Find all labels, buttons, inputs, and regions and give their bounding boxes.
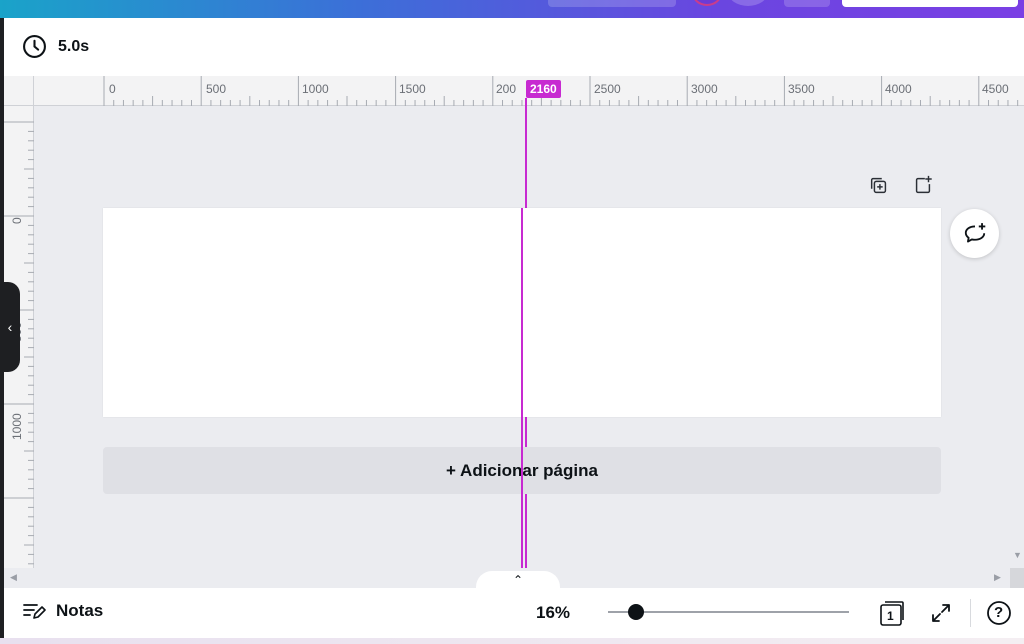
notes-button[interactable]: Notas bbox=[22, 600, 103, 622]
add-page-icon[interactable] bbox=[912, 174, 934, 196]
notes-label: Notas bbox=[56, 601, 104, 620]
fullscreen-button[interactable] bbox=[927, 599, 955, 627]
ruler-label: 0 bbox=[10, 217, 24, 224]
ruler-label: 4500 bbox=[982, 82, 1009, 96]
scroll-right-arrow-icon[interactable]: ▶ bbox=[994, 572, 1001, 583]
share-button[interactable] bbox=[842, 0, 1018, 7]
editor-workspace: 0 500 1000 1500 200 2500 3000 3500 4000 … bbox=[4, 76, 1024, 588]
help-label: ? bbox=[994, 604, 1004, 621]
toolbar-button[interactable] bbox=[548, 0, 676, 7]
scroll-down-arrow-icon[interactable]: ▼ bbox=[1013, 550, 1022, 560]
ruler-label: 4000 bbox=[885, 82, 912, 96]
collapse-panel-button[interactable]: ‹ bbox=[4, 282, 20, 372]
add-comment-icon bbox=[964, 222, 985, 243]
help-button[interactable]: ? bbox=[985, 599, 1013, 627]
notes-icon bbox=[23, 604, 46, 619]
chevron-left-icon: ‹ bbox=[7, 319, 13, 335]
duration-bar: 5.0s bbox=[4, 18, 1024, 76]
ruler-label: 500 bbox=[206, 82, 227, 96]
ruler-label: 3000 bbox=[691, 82, 718, 96]
zoom-slider-handle[interactable] bbox=[628, 604, 644, 620]
ruler-corner bbox=[4, 76, 34, 106]
add-comment-button[interactable] bbox=[950, 209, 999, 258]
ruler-guide-position: 2160 bbox=[526, 80, 561, 98]
top-app-bar bbox=[0, 0, 1024, 18]
scrollbar-corner bbox=[1010, 568, 1024, 588]
chevron-up-icon: ⌃ bbox=[512, 573, 524, 587]
page-count: 1 bbox=[887, 609, 894, 623]
zoom-level[interactable]: 16% bbox=[536, 603, 570, 623]
ruler-label: 3500 bbox=[788, 82, 815, 96]
footer-divider bbox=[970, 599, 971, 627]
ruler-label: 1500 bbox=[399, 82, 426, 96]
zoom-slider-track[interactable] bbox=[608, 611, 849, 613]
editor-footer: Notas 16% 1 ? bbox=[4, 588, 1024, 638]
page-view-button[interactable]: 1 bbox=[878, 599, 906, 627]
page-duration[interactable]: 5.0s bbox=[58, 38, 89, 56]
ruler-label: 1000 bbox=[10, 413, 24, 440]
ruler-label: 0 bbox=[109, 82, 116, 96]
ruler-label: 2500 bbox=[594, 82, 621, 96]
bottom-strip bbox=[0, 638, 1024, 644]
expand-icon bbox=[932, 604, 950, 622]
vertical-scrollbar[interactable]: ▼ bbox=[1008, 106, 1024, 568]
ruler-label: 200 bbox=[496, 82, 517, 96]
clock-icon[interactable] bbox=[22, 34, 47, 59]
ruler-guide-line bbox=[521, 208, 523, 417]
ruler-guide-line bbox=[521, 417, 523, 572]
avatar[interactable] bbox=[692, 0, 722, 6]
duplicate-page-icon[interactable] bbox=[868, 175, 890, 197]
avatar[interactable] bbox=[728, 0, 768, 6]
ruler-label: 1000 bbox=[302, 82, 329, 96]
toolbar-button[interactable] bbox=[784, 0, 830, 7]
scroll-left-arrow-icon[interactable]: ◀ bbox=[10, 572, 17, 583]
